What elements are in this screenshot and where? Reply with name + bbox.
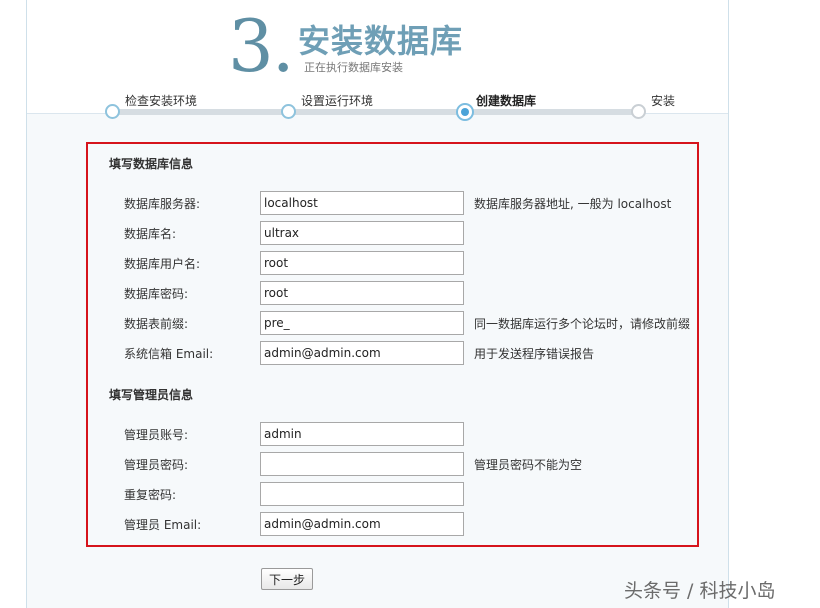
- progress-step-label-1: 检查安装环境: [125, 94, 198, 108]
- page-title: 安装数据库: [298, 22, 464, 60]
- progress-step-label-3: 创建数据库: [476, 94, 537, 108]
- progress-dot-step-4: [631, 104, 646, 119]
- admin-email-label: 管理员 Email:: [124, 518, 202, 532]
- page-subtitle: 正在执行数据库安装: [304, 61, 403, 74]
- db-password-label: 数据库密码:: [124, 287, 189, 301]
- system-email-hint: 用于发送程序错误报告: [474, 347, 595, 361]
- step-number: 3.: [228, 4, 295, 88]
- db-section-title: 填写数据库信息: [109, 157, 194, 171]
- repeat-password-label: 重复密码:: [124, 488, 177, 502]
- system-email-input[interactable]: [260, 341, 464, 365]
- table-prefix-hint: 同一数据库运行多个论坛时，请修改前缀: [474, 317, 691, 331]
- db-server-input[interactable]: [260, 191, 464, 215]
- admin-email-input[interactable]: [260, 512, 464, 536]
- progress-step-label-2: 设置运行环境: [301, 94, 374, 108]
- admin-account-input[interactable]: [260, 422, 464, 446]
- db-name-input[interactable]: [260, 221, 464, 245]
- progress-dot-step-3-current: [456, 103, 474, 121]
- progress-step-label-4: 安装: [651, 94, 676, 108]
- system-email-label: 系统信箱 Email:: [124, 347, 214, 361]
- admin-password-label: 管理员密码:: [124, 458, 189, 472]
- db-server-label: 数据库服务器:: [124, 197, 201, 211]
- admin-section-title: 填写管理员信息: [109, 388, 194, 402]
- db-name-label: 数据库名:: [124, 227, 177, 241]
- admin-password-hint: 管理员密码不能为空: [474, 458, 583, 472]
- progress-dot-step-1: [105, 104, 120, 119]
- table-prefix-input[interactable]: [260, 311, 464, 335]
- db-server-hint: 数据库服务器地址, 一般为 localhost: [474, 197, 672, 211]
- repeat-password-input[interactable]: [260, 482, 464, 506]
- db-user-label: 数据库用户名:: [124, 257, 201, 271]
- db-password-input[interactable]: [260, 281, 464, 305]
- watermark: 头条号 / 科技小岛: [624, 580, 776, 602]
- table-prefix-label: 数据表前缀:: [124, 317, 189, 331]
- db-user-input[interactable]: [260, 251, 464, 275]
- next-step-button[interactable]: 下一步: [261, 568, 313, 590]
- admin-account-label: 管理员账号:: [124, 428, 189, 442]
- admin-password-input[interactable]: [260, 452, 464, 476]
- progress-dot-step-2: [281, 104, 296, 119]
- progress-track: [112, 109, 639, 115]
